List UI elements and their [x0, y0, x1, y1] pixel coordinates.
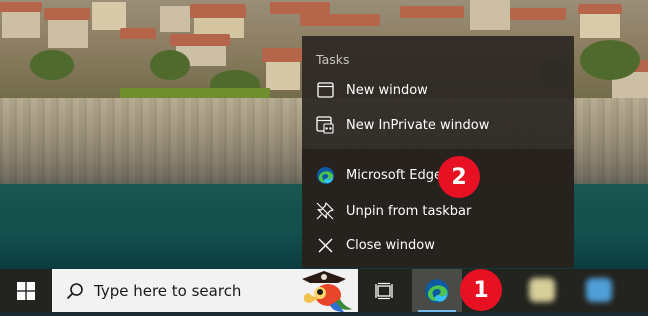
step-marker-1: 1 — [460, 269, 502, 311]
unpin-from-taskbar-item[interactable]: Unpin from taskbar — [302, 194, 574, 228]
wallpaper-house — [266, 62, 300, 90]
close-window-item[interactable]: Close window — [302, 228, 574, 262]
new-inprivate-window-item[interactable]: New InPrivate window — [302, 108, 574, 142]
wallpaper-tree — [150, 50, 190, 80]
wallpaper-tree — [30, 50, 74, 80]
wallpaper-roof — [190, 4, 246, 18]
inprivate-window-icon — [315, 115, 335, 135]
parrot-pirate-mascot-icon — [294, 269, 356, 312]
wallpaper-roof — [120, 28, 156, 39]
task-view-icon — [375, 282, 393, 300]
wallpaper-roof — [44, 8, 90, 20]
window-icon — [315, 80, 335, 100]
wallpaper-roof — [0, 2, 42, 12]
edge-icon — [424, 278, 450, 304]
edge-taskbar-button[interactable] — [412, 269, 462, 312]
taskbar: Type here to search — [0, 269, 648, 312]
wallpaper-roof — [300, 14, 380, 26]
search-placeholder: Type here to search — [94, 281, 242, 300]
unpin-icon — [315, 201, 335, 221]
edge-jump-list: Tasks New window New InPrivate window Mi… — [302, 36, 574, 268]
new-window-label: New window — [346, 82, 428, 98]
edge-icon — [315, 165, 335, 185]
close-icon — [315, 235, 335, 255]
wallpaper-roof — [262, 48, 302, 62]
new-window-item[interactable]: New window — [302, 73, 574, 107]
wallpaper-house — [470, 0, 510, 30]
search-icon — [66, 282, 84, 300]
blurred-app-icon[interactable] — [586, 278, 612, 302]
windows-logo-icon — [17, 281, 35, 300]
wallpaper-roof — [578, 4, 622, 14]
step-marker-2: 2 — [438, 156, 480, 198]
new-inprivate-window-label: New InPrivate window — [346, 117, 490, 133]
close-window-label: Close window — [346, 237, 435, 253]
taskbar-search-box[interactable]: Type here to search — [52, 269, 358, 312]
wallpaper-house — [92, 2, 126, 30]
wallpaper-roof — [510, 8, 566, 20]
start-button[interactable] — [0, 269, 52, 312]
wallpaper-house — [160, 6, 190, 32]
microsoft-edge-label: Microsoft Edge — [346, 167, 443, 183]
wallpaper-tree — [580, 40, 640, 80]
wallpaper-roof — [270, 2, 330, 14]
unpin-from-taskbar-label: Unpin from taskbar — [346, 203, 472, 219]
wallpaper-roof — [170, 34, 230, 46]
blurred-app-icon[interactable] — [529, 278, 555, 302]
task-view-button[interactable] — [360, 269, 408, 312]
jump-list-heading: Tasks — [316, 52, 350, 67]
wallpaper-roof — [400, 6, 464, 18]
